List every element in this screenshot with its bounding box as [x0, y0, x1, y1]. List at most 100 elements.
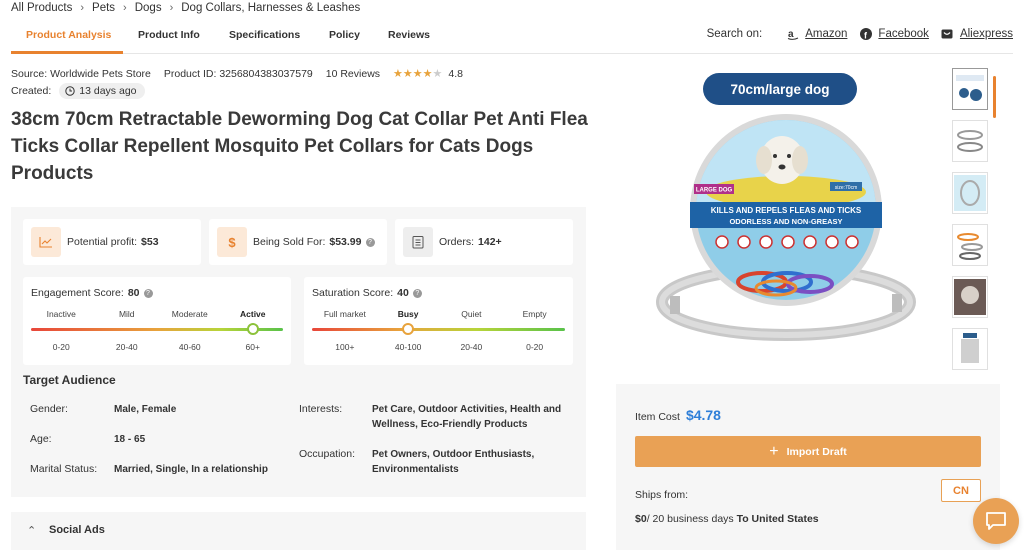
breadcrumb-category[interactable]: Dog Collars, Harnesses & Leashes	[181, 2, 360, 14]
help-icon[interactable]: ?	[143, 288, 153, 298]
pest-icon	[737, 235, 751, 249]
engagement-range: 0-20	[52, 342, 70, 352]
facebook-link[interactable]: f Facebook	[859, 27, 929, 40]
product-title: 38cm 70cm Retractable Deworming Dog Cat …	[11, 109, 588, 184]
occupation-label: Occupation:	[299, 448, 356, 460]
thumbnail[interactable]	[952, 68, 988, 110]
thumbnail[interactable]	[952, 328, 988, 370]
dog-ear	[792, 146, 808, 174]
engagement-level-label: Inactive	[46, 309, 76, 319]
shipping-info: $0/ 20 business days To United States	[635, 513, 819, 525]
help-icon[interactable]: ?	[412, 288, 422, 298]
engagement-level-label: Active	[239, 309, 266, 319]
size-badge-text: 70cm/large dog	[730, 82, 829, 97]
dollar-icon: $	[217, 227, 247, 257]
pest-icon	[845, 235, 859, 249]
rating-value: 4.8	[448, 68, 464, 80]
engagement-value: 80	[127, 287, 140, 299]
breadcrumb-all-products[interactable]: All Products	[11, 2, 72, 14]
saturation-scale: Full market Busy Quiet Empty 100+ 40-100…	[312, 307, 565, 357]
engagement-level-label: Mild	[118, 309, 135, 319]
orders-card: Orders: 142+	[395, 219, 573, 265]
created-row: Created: 13 days ago	[11, 83, 145, 99]
chat-button[interactable]	[973, 498, 1019, 544]
orders-label: Orders:	[439, 236, 475, 248]
tab-specifications[interactable]: Specifications	[229, 29, 300, 41]
product-image: 70cm/large dog LARGE DOG size:70cm KILLS…	[652, 70, 920, 360]
thumbnail[interactable]	[952, 172, 988, 214]
saturation-title: Saturation Score: 40 ?	[312, 287, 422, 299]
chevron-up-icon: ⌃	[27, 525, 37, 537]
collar-notch	[670, 296, 680, 314]
age-value: 18 - 65	[114, 434, 146, 445]
item-cost: Item Cost $4.78	[635, 407, 721, 423]
thumbnail[interactable]	[952, 120, 988, 162]
interests-label: Interests:	[299, 403, 343, 415]
dog-eye	[787, 154, 791, 158]
tab-bar: Product Analysis Product Info Specificat…	[11, 22, 1013, 54]
price-panel: Item Cost $4.78 + Import Draft Ships fro…	[616, 384, 1000, 550]
saturation-level-label: Full market	[323, 309, 366, 319]
sold-value: $53.99	[329, 236, 362, 248]
saturation-level-label: Busy	[397, 309, 419, 319]
search-on: Search on: a Amazon f Facebook Aliexpres…	[707, 27, 1013, 40]
engagement-range: 20-40	[115, 342, 138, 352]
saturation-range: 20-40	[460, 342, 483, 352]
profit-value: $53	[141, 236, 159, 248]
breadcrumb-pets[interactable]: Pets	[92, 2, 115, 14]
saturation-gradient-bar	[312, 328, 565, 331]
shipping-destination: To United States	[736, 513, 819, 525]
product-meta: Source: Worldwide Pets Store Product ID:…	[11, 68, 463, 80]
engagement-score-card: Engagement Score: 80 ? Inactive Mild Mode…	[23, 277, 291, 365]
engagement-label: Engagement Score:	[31, 287, 124, 299]
analysis-panel: Potential profit: $53 $ Being Sold For: $5…	[11, 207, 586, 497]
tab-reviews[interactable]: Reviews	[388, 29, 430, 41]
amazon-link[interactable]: a Amazon	[786, 27, 847, 40]
breadcrumb: All Products › Pets › Dogs › Dog Collars…	[11, 2, 360, 14]
created-badge: 13 days ago	[59, 83, 145, 99]
profit-label: Potential profit:	[67, 236, 138, 248]
tab-product-info[interactable]: Product Info	[138, 29, 200, 41]
engagement-title: Engagement Score: 80 ?	[31, 287, 153, 299]
large-dog-tag-text: LARGE DOG	[696, 188, 733, 194]
engagement-level-label: Moderate	[171, 309, 208, 319]
age-label: Age:	[30, 433, 52, 445]
dog-nose	[778, 164, 786, 170]
search-on-label: Search on:	[706, 27, 763, 40]
review-count[interactable]: 10 Reviews	[326, 68, 380, 80]
source-store: Source: Worldwide Pets Store	[11, 68, 151, 80]
rating-stars: ★ ★ ★ ★ ★	[393, 68, 442, 80]
occupation-value: Pet Owners, Outdoor Enthusiasts, Environ…	[372, 449, 535, 475]
pest-icon	[715, 235, 729, 249]
saturation-level-label: Quiet	[461, 309, 482, 319]
saturation-score-card: Saturation Score: 40 ? Full market Busy Q…	[304, 277, 573, 365]
created-value: 13 days ago	[79, 85, 137, 97]
tab-product-analysis[interactable]: Product Analysis	[26, 29, 111, 41]
marital-status-value: Married, Single, In a relationship	[114, 464, 268, 475]
engagement-scale: Inactive Mild Moderate Active 0-20 20-40…	[31, 307, 283, 357]
engagement-gradient-bar	[31, 328, 283, 331]
chat-icon	[986, 512, 1006, 530]
facebook-link-label: Facebook	[878, 27, 929, 40]
saturation-range: 40-100	[394, 342, 422, 352]
help-icon[interactable]: ?	[365, 237, 375, 247]
engagement-indicator	[246, 323, 259, 335]
pest-icon	[759, 235, 773, 249]
target-audience-title: Target Audience	[23, 373, 116, 387]
tab-policy[interactable]: Policy	[329, 29, 360, 41]
dog-ear	[756, 146, 772, 174]
breadcrumb-dogs[interactable]: Dogs	[135, 2, 162, 14]
thumbnail[interactable]	[952, 224, 988, 266]
claim-line-2: ODORLESS AND NON-GREASY	[729, 217, 842, 226]
thumbnail-scrollbar[interactable]	[993, 76, 996, 118]
pest-icon	[825, 235, 839, 249]
import-draft-label: Import Draft	[786, 445, 847, 458]
thumbnail[interactable]	[952, 276, 988, 318]
import-draft-button[interactable]: + Import Draft	[635, 436, 981, 467]
amazon-link-label: Amazon	[805, 27, 848, 40]
thumbnail-strip	[952, 68, 992, 380]
aliexpress-link[interactable]: Aliexpress	[941, 27, 1013, 40]
sold-label: Being Sold For:	[253, 236, 326, 248]
ships-from-country-button[interactable]: CN	[941, 479, 981, 502]
social-ads-section[interactable]: ⌃ Social Ads	[11, 512, 586, 550]
